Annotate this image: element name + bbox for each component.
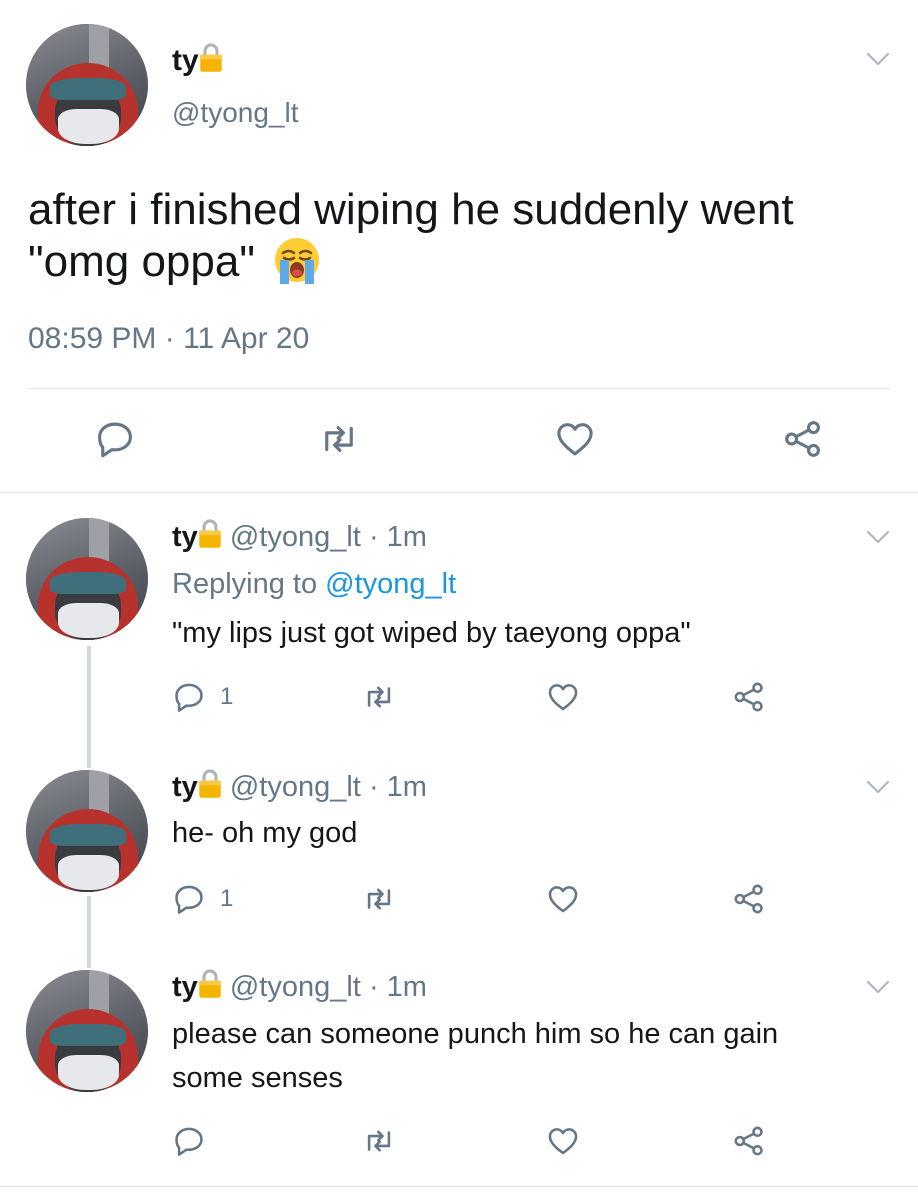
chevron-down-icon[interactable] [866,980,890,994]
reply-count: 1 [220,885,234,912]
display-name: ty [172,521,198,553]
share-icon[interactable] [732,680,766,714]
tweet-text: "my lips just got wiped by taeyong oppa" [172,617,691,649]
tweet-text-line: "omg oppa" [28,237,255,286]
tweet-text: after i finished wiping he suddenly went… [28,184,908,288]
display-name: ty [172,971,198,1003]
reply-button[interactable]: 1 [172,882,233,916]
reply-icon [172,680,206,714]
tweet-timestamp[interactable]: 08:59 PM · 11 Apr 20 [28,320,309,358]
chevron-down-icon[interactable] [866,52,890,66]
tweet-text-line: some senses [172,1062,343,1094]
reply-header[interactable]: ty @tyong_lt · 1m [172,518,427,555]
avatar[interactable] [26,24,148,146]
tweet-time: · 1m [368,521,427,553]
avatar[interactable] [26,970,148,1092]
lock-icon [199,42,223,73]
avatar[interactable] [26,770,148,892]
retweet-icon[interactable] [362,680,396,714]
lock-icon [198,768,222,799]
tweet-text: please can someone punch him so he can g… [172,1012,778,1100]
share-icon[interactable] [732,882,766,916]
reply-icon[interactable] [94,418,136,460]
retweet-icon[interactable] [318,418,360,460]
reply-count: 1 [220,683,234,710]
reply-button[interactable]: 1 [172,680,233,714]
thread-line [87,646,91,768]
chevron-down-icon[interactable] [866,530,890,544]
tweet-text-line: please can someone punch him so he can g… [172,1018,779,1050]
reply-icon[interactable] [172,1124,206,1158]
divider [0,1186,918,1187]
replying-to-link[interactable]: @tyong_lt [325,568,456,600]
author-handle: @tyong_lt [229,971,361,1003]
retweet-icon[interactable] [362,1124,396,1158]
author-handle: @tyong_lt [229,771,361,803]
tweet-text-line: after i finished wiping he suddenly went [28,185,794,234]
reply-header[interactable]: ty @tyong_lt · 1m [172,768,427,805]
share-icon[interactable] [732,1124,766,1158]
loudly-crying-face-icon [274,238,319,284]
like-icon[interactable] [546,882,580,916]
tweet-text: he- oh my god [172,817,358,849]
like-icon[interactable] [554,418,596,460]
divider [0,492,918,493]
replying-to: Replying to @tyong_lt [172,566,456,602]
replying-prefix: Replying to [172,568,318,600]
lock-icon [198,968,222,999]
author-handle[interactable]: @tyong_lt [172,96,299,130]
divider [28,388,890,389]
like-icon[interactable] [546,680,580,714]
tweet-time: · 1m [368,771,427,803]
lock-icon [198,518,222,549]
like-icon[interactable] [546,1124,580,1158]
share-icon[interactable] [782,418,824,460]
retweet-icon[interactable] [362,882,396,916]
thread-line [87,896,91,968]
tweet-time: · 1m [368,971,427,1003]
reply-icon [172,882,206,916]
display-name: ty [172,44,199,77]
chevron-down-icon[interactable] [866,780,890,794]
avatar[interactable] [26,518,148,640]
reply-header[interactable]: ty @tyong_lt · 1m [172,968,427,1005]
display-name: ty [172,771,198,803]
author-name[interactable]: ty [172,42,223,79]
author-handle: @tyong_lt [229,521,361,553]
